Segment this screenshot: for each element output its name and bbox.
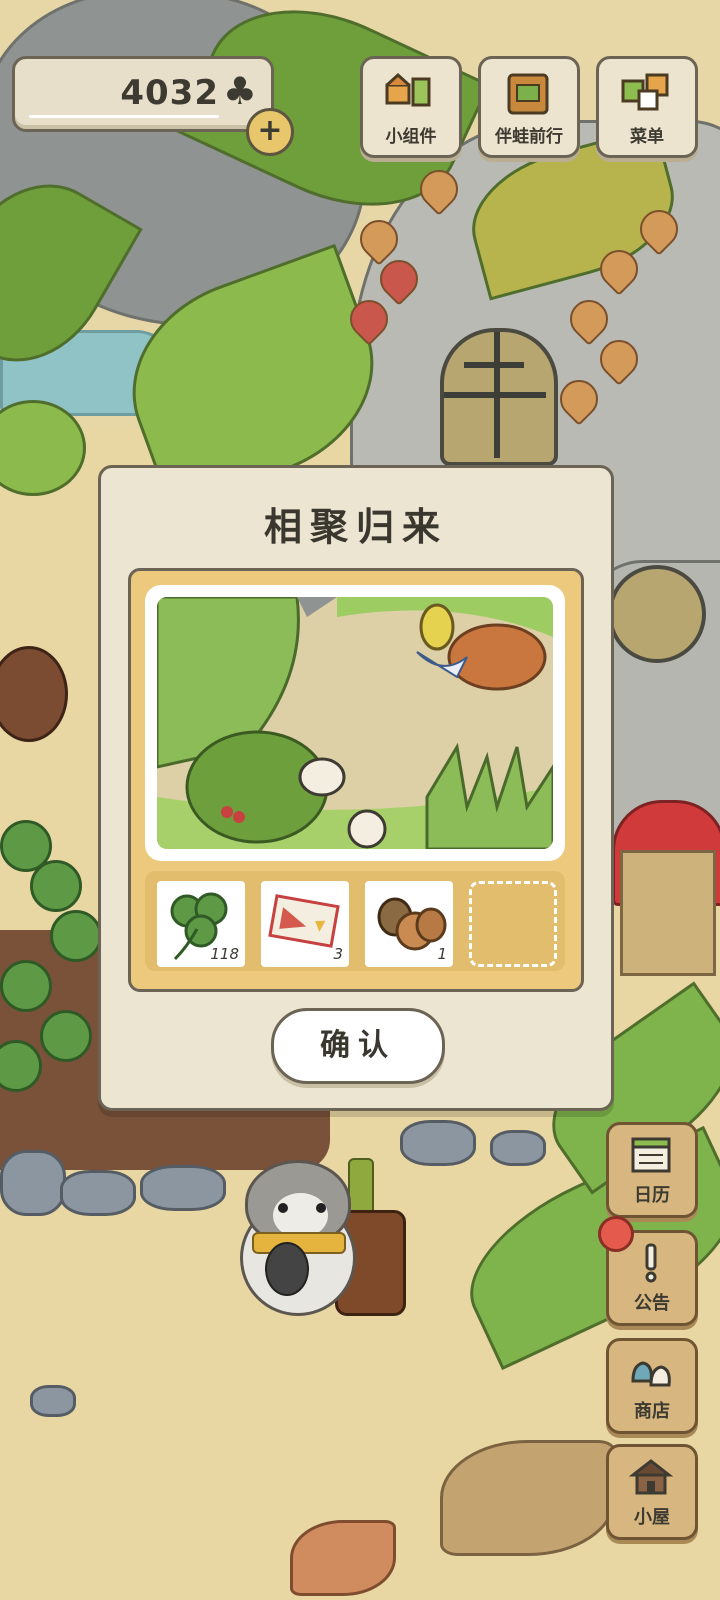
add-clover-button[interactable]: + xyxy=(246,108,294,156)
confirm-button[interactable]: 确认 xyxy=(271,1008,445,1084)
clover-plant[interactable] xyxy=(0,960,52,1012)
stone xyxy=(0,1150,66,1216)
hamster-character[interactable] xyxy=(240,1160,360,1316)
round-window xyxy=(440,328,558,466)
stone xyxy=(30,1385,76,1417)
house-icon xyxy=(629,1459,673,1495)
reward-count: 118 xyxy=(210,945,239,963)
widget-label: 小组件 xyxy=(385,127,437,147)
shop-bags-icon xyxy=(631,1361,671,1387)
plus-icon: + xyxy=(257,113,283,148)
calendar-icon xyxy=(631,1137,671,1173)
reward-count: 3 xyxy=(333,945,343,963)
reward-item-ticket: 3 xyxy=(261,881,349,967)
souvenir-photo xyxy=(145,585,565,861)
house-label: 小屋 xyxy=(634,1507,670,1528)
notification-badge xyxy=(598,1216,634,1252)
clover-count: 4032 xyxy=(120,73,219,113)
stone xyxy=(490,1130,546,1166)
clover-icon: ♣ xyxy=(222,69,257,113)
menu-icon xyxy=(621,73,669,111)
return-dialog: 相聚归来 118 3 1 确认 xyxy=(98,465,614,1111)
stone xyxy=(60,1170,136,1216)
shop-label: 商店 xyxy=(634,1401,670,1422)
fallen-leaf xyxy=(440,1440,616,1556)
journey-book-icon xyxy=(507,73,549,115)
menu-button[interactable]: 菜单 xyxy=(596,56,698,158)
calendar-button[interactable]: 日历 xyxy=(606,1122,698,1218)
notice-label: 公告 xyxy=(634,1293,670,1314)
sunflower-seed xyxy=(265,1242,309,1296)
widget-button[interactable]: 小组件 xyxy=(360,56,462,158)
dialog-title: 相聚归来 xyxy=(263,505,448,549)
house-button[interactable]: 小屋 xyxy=(606,1444,698,1540)
calendar-label: 日历 xyxy=(634,1185,670,1206)
clover-plant[interactable] xyxy=(30,860,82,912)
widget-icon xyxy=(385,72,431,107)
small-window xyxy=(608,565,706,663)
reward-item-nuts: 1 xyxy=(365,881,453,967)
exclamation-icon xyxy=(645,1243,657,1283)
stone xyxy=(400,1120,476,1166)
shop-button[interactable]: 商店 xyxy=(606,1338,698,1434)
postcard-frame: 118 3 1 xyxy=(128,568,584,992)
reward-count: 1 xyxy=(437,945,447,963)
journey-label: 伴蛙前行 xyxy=(495,127,563,147)
mailbox-post xyxy=(620,850,716,976)
reward-item-clover: 118 xyxy=(157,881,245,967)
stone xyxy=(140,1165,226,1211)
fallen-leaf xyxy=(290,1520,396,1596)
clover-plant[interactable] xyxy=(40,1010,92,1062)
journey-button[interactable]: 伴蛙前行 xyxy=(478,56,580,158)
photo-scene xyxy=(157,597,553,849)
clover-counter: 4032 ♣ xyxy=(12,56,274,132)
clover-plant[interactable] xyxy=(50,910,102,962)
reward-slot-empty xyxy=(469,881,557,967)
reward-items: 118 3 1 xyxy=(145,871,565,971)
menu-label: 菜单 xyxy=(630,127,664,147)
